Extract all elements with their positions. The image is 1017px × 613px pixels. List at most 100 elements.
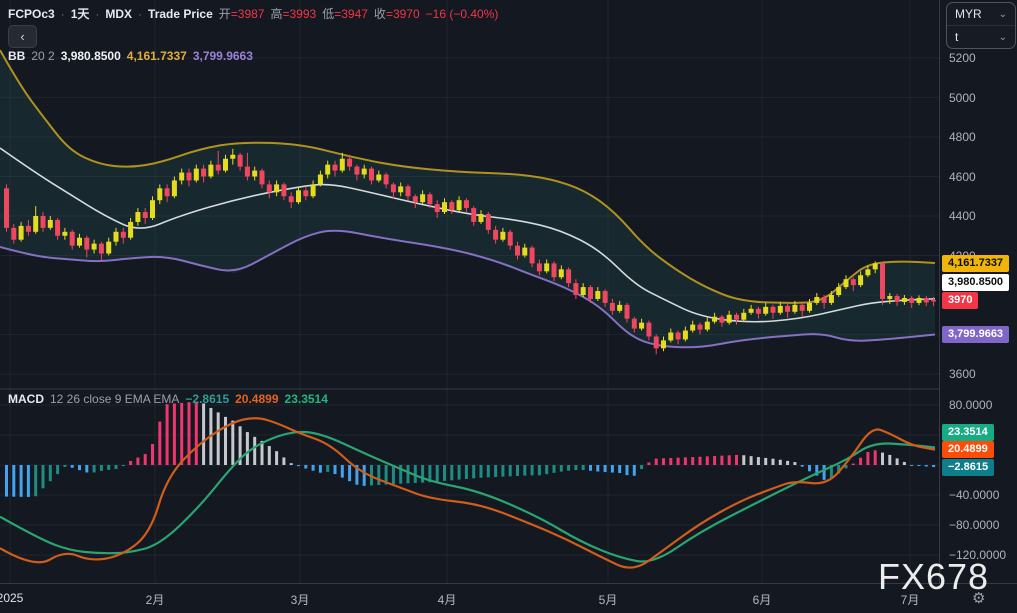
candle-body xyxy=(464,200,469,208)
macd-histogram-bar xyxy=(772,459,775,465)
symbol-name: FCPOc3 xyxy=(8,7,55,21)
macd-histogram-bar xyxy=(574,465,577,470)
legend-separator: · xyxy=(138,7,142,21)
candle-body xyxy=(771,307,776,313)
last-price-badge: 3970 xyxy=(942,292,978,309)
candle-body xyxy=(435,204,440,212)
candle-body xyxy=(274,184,279,192)
macd-histogram-bar xyxy=(509,465,512,476)
macd-histogram-bar xyxy=(268,446,271,465)
macd-histogram-bar xyxy=(684,457,687,465)
macd-histogram-bar xyxy=(699,457,702,465)
candle-body xyxy=(303,190,308,196)
time-axis-label: 3月 xyxy=(291,591,310,608)
macd-legend[interactable]: MACD 12 26 close 9 EMA EMA −2.8615 20.48… xyxy=(8,392,328,406)
price-tick-label: 4800 xyxy=(949,130,976,144)
candle-body xyxy=(420,194,425,202)
macd-histogram-bar xyxy=(742,455,745,465)
candle-body xyxy=(836,287,841,295)
macd-signal-badge: 23.3514 xyxy=(942,424,994,441)
macd-histogram-bar xyxy=(881,453,884,465)
macd-histogram-bar xyxy=(436,465,439,482)
candle-body xyxy=(559,269,564,277)
candle-body xyxy=(449,202,454,210)
candle-body xyxy=(698,325,703,330)
candle-body xyxy=(260,171,265,185)
candle-body xyxy=(216,165,221,171)
candle-body xyxy=(187,173,192,181)
macd-histogram-bar xyxy=(173,404,176,465)
macd-histogram-bar xyxy=(202,403,205,465)
candle-body xyxy=(887,296,892,299)
time-axis-label: 2025 xyxy=(0,591,23,605)
macd-histogram-bar xyxy=(275,451,278,465)
macd-histogram-bar xyxy=(662,458,665,465)
macd-histogram-bar xyxy=(12,465,15,497)
macd-histogram-bar xyxy=(377,465,380,485)
open-field: 开=3987 xyxy=(219,5,265,22)
macd-histogram-bar xyxy=(655,459,658,465)
candle-body xyxy=(194,169,199,181)
macd-histogram-bar xyxy=(764,458,767,465)
macd-histogram-bar xyxy=(626,465,629,475)
currency-dropdown[interactable]: MYR ⌄ xyxy=(947,3,1015,25)
macd-histogram-bar xyxy=(501,465,504,477)
macd-histogram-bar xyxy=(93,465,96,472)
close-field: 收=3970 xyxy=(374,5,420,22)
macd-histogram-bar xyxy=(348,465,351,481)
candle-body xyxy=(902,298,907,302)
macd-histogram-bar xyxy=(472,465,475,478)
macd-histogram-bar xyxy=(487,465,490,477)
price-axis[interactable]: 520050004800460044004200360080.0000−40.0… xyxy=(939,0,1017,583)
macd-histogram-bar xyxy=(297,465,300,466)
unit-dropdown[interactable]: t ⌄ xyxy=(947,25,1015,48)
macd-histogram-bar xyxy=(523,465,526,476)
chevron-down-icon: ⌄ xyxy=(999,9,1007,20)
candle-body xyxy=(311,184,316,196)
macd-histogram-bar xyxy=(531,465,534,475)
bollinger-legend[interactable]: BB 20 2 3,980.8500 4,161.7337 3,799.9663 xyxy=(8,49,253,63)
candle-body xyxy=(479,214,484,222)
macd-histogram-bar xyxy=(319,465,322,473)
candle-body xyxy=(573,283,578,295)
macd-histogram-bar xyxy=(567,465,570,471)
candle-body xyxy=(522,248,527,256)
chart-panes-canvas[interactable] xyxy=(0,0,939,583)
candle-body xyxy=(792,305,797,312)
macd-histogram-bar xyxy=(757,457,760,465)
time-axis[interactable]: ⚙ 20252月3月4月5月6月7月 xyxy=(0,583,1017,613)
candle-body xyxy=(581,287,586,295)
bb-lower-value: 3,799.9663 xyxy=(193,49,253,63)
candle-body xyxy=(661,340,666,348)
candle-body xyxy=(318,175,323,185)
candle-body xyxy=(121,232,126,238)
candle-body xyxy=(924,298,929,303)
macd-histogram-bar xyxy=(312,465,315,471)
macd-histogram-bar xyxy=(85,465,88,472)
macd-histogram-bar xyxy=(158,422,161,465)
macd-histogram-bar xyxy=(290,463,293,465)
macd-histogram-bar xyxy=(480,465,483,478)
candle-body xyxy=(588,287,593,299)
candle-body xyxy=(727,315,732,323)
macd-histogram-bar xyxy=(224,417,227,465)
macd-histogram-bar xyxy=(231,421,234,465)
macd-line-badge: 20.4899 xyxy=(942,441,994,458)
macd-histogram-bar xyxy=(282,457,285,465)
candle-body xyxy=(179,173,184,181)
candle-body xyxy=(19,226,24,240)
unit-value: t xyxy=(955,30,958,44)
currency-value: MYR xyxy=(955,7,982,21)
gridlines xyxy=(0,0,939,583)
candle-body xyxy=(844,279,849,287)
back-button[interactable]: ‹ xyxy=(8,25,37,48)
candle-body xyxy=(427,194,432,204)
candle-body xyxy=(917,298,922,303)
candle-body xyxy=(800,305,805,311)
candle-body xyxy=(734,315,739,320)
candle-body xyxy=(486,214,491,230)
symbol-legend[interactable]: FCPOc3 · 1天 · MDX · Trade Price 开=3987 高… xyxy=(8,5,498,22)
low-field: 低=3947 xyxy=(322,5,368,22)
macd-histogram-bar xyxy=(166,404,169,465)
macd-histogram-bar xyxy=(246,432,249,465)
